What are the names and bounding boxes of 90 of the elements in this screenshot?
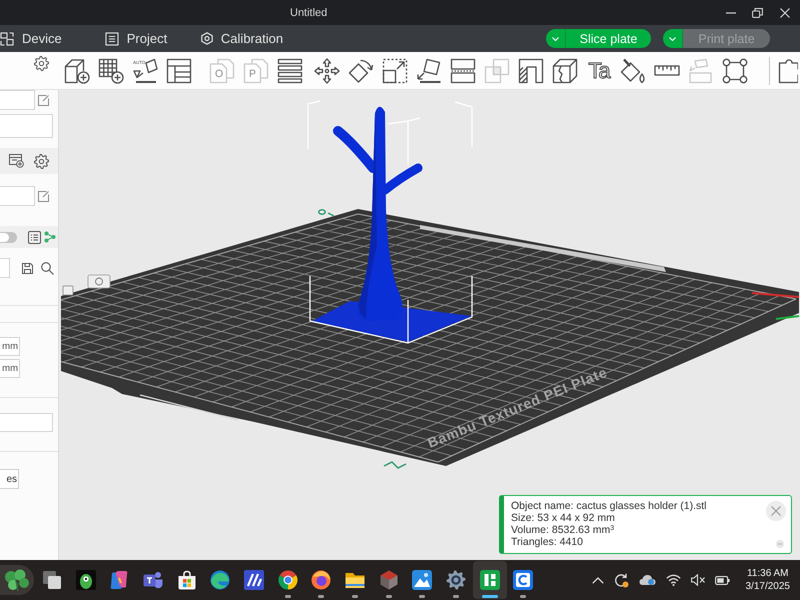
input-field[interactable]	[0, 186, 35, 206]
sync-icon[interactable]	[614, 572, 628, 588]
edit-icon[interactable]	[38, 94, 49, 106]
axis-line	[752, 292, 800, 298]
frame-corners-icon	[722, 58, 748, 84]
chevron-up-icon[interactable]	[592, 576, 604, 584]
split-icon	[450, 58, 476, 84]
pages-icon	[209, 58, 235, 84]
input-field[interactable]: mm	[0, 337, 20, 356]
cloud-icon[interactable]	[638, 574, 656, 586]
ribbon-icon	[109, 570, 130, 590]
cube-icon	[378, 570, 399, 590]
bag-icon	[176, 570, 197, 590]
info-text: Size: 53 x 44 x 92 mm	[511, 512, 615, 524]
edit-icon[interactable]	[38, 190, 49, 202]
list-icon[interactable]	[28, 230, 41, 244]
tilted-square-icon	[132, 58, 158, 84]
text-tool-button[interactable]: Ta	[582, 54, 616, 88]
ring-tile-icon	[88, 274, 110, 288]
input-field[interactable]	[0, 258, 10, 278]
axis-line	[776, 315, 800, 320]
hexagon-icon	[200, 32, 213, 45]
menu-tab[interactable]: Device	[0, 25, 83, 52]
info-text: Object name: cactus glasses holder (1).stl	[511, 500, 707, 512]
ruler-icon	[654, 65, 680, 76]
orb-icon	[311, 570, 332, 590]
hatched-corner-icon	[518, 58, 544, 84]
grid-plus-icon	[98, 58, 124, 84]
input-field[interactable]	[0, 114, 53, 138]
stacked-squares-icon	[42, 570, 62, 590]
bars-tile-icon	[480, 570, 500, 590]
muted-speaker-icon[interactable]	[690, 574, 704, 586]
rotate-icon	[348, 58, 374, 84]
clock-date: 3/17/2025	[746, 580, 790, 593]
gear-icon	[446, 570, 466, 590]
cracked-cube-icon	[552, 58, 578, 84]
info-text: Volume: 8532.63 mm$^{3}$	[511, 524, 614, 536]
arc-tile-icon	[513, 570, 534, 590]
save-icon[interactable]	[22, 262, 33, 274]
swirl-icon	[210, 570, 230, 590]
stripes-icon	[244, 570, 264, 590]
menu-tab[interactable]: Calibration	[189, 25, 295, 52]
people-icon	[142, 570, 163, 590]
dropdown-button[interactable]	[546, 29, 566, 48]
gear-icon[interactable]	[34, 56, 49, 70]
minimize-icon	[726, 12, 736, 14]
clover-icon	[4, 569, 30, 591]
list-box-icon	[104, 32, 119, 46]
scale-icon	[382, 58, 408, 84]
axis-tick-icon	[318, 209, 334, 217]
bars-icon	[277, 58, 303, 84]
pinwheel-icon	[278, 570, 298, 590]
window-title: Untitled	[290, 6, 328, 18]
sidebar-button[interactable]: es	[0, 469, 19, 489]
axis-tick-icon	[384, 461, 406, 469]
square-icon	[62, 286, 74, 296]
restore-icon	[752, 8, 762, 18]
input-field[interactable]	[0, 90, 35, 110]
nodes-icon[interactable]	[44, 231, 56, 243]
close-icon	[780, 8, 790, 18]
widget-button[interactable]	[0, 565, 34, 595]
chevron-down-icon	[669, 36, 676, 40]
dropdown-button[interactable]	[663, 29, 683, 48]
stacked-blocks-icon	[688, 58, 714, 84]
clock-time: 11:36 AM	[746, 567, 788, 580]
puzzle-icon	[778, 58, 798, 84]
overlap-squares-icon	[484, 58, 510, 84]
four-arrows-icon	[314, 58, 340, 84]
boxes-icon	[0, 32, 14, 46]
printer-gear-icon[interactable]	[9, 154, 24, 168]
input-field[interactable]	[0, 413, 53, 432]
paint-bucket-icon	[620, 58, 646, 84]
close-icon	[771, 506, 781, 516]
info-text: Triangles: 4410	[511, 536, 583, 548]
pages-icon	[243, 58, 269, 84]
taskbar-button[interactable]	[472, 561, 507, 599]
gear-icon[interactable]	[34, 154, 49, 168]
input-field[interactable]: mm	[0, 359, 20, 378]
menu-tab[interactable]: Project	[83, 25, 189, 52]
folder-icon	[345, 572, 366, 588]
battery-icon[interactable]	[714, 576, 730, 584]
search-icon[interactable]	[41, 262, 54, 274]
chevron-down-icon	[552, 36, 559, 40]
wifi-icon[interactable]	[666, 574, 680, 586]
mountains-icon	[412, 570, 432, 590]
toggle-switch[interactable]	[0, 232, 17, 242]
lay-flat-icon	[416, 58, 442, 84]
layout-icon	[166, 58, 192, 84]
cube-plus-icon	[64, 58, 90, 84]
creature-icon	[76, 570, 96, 590]
